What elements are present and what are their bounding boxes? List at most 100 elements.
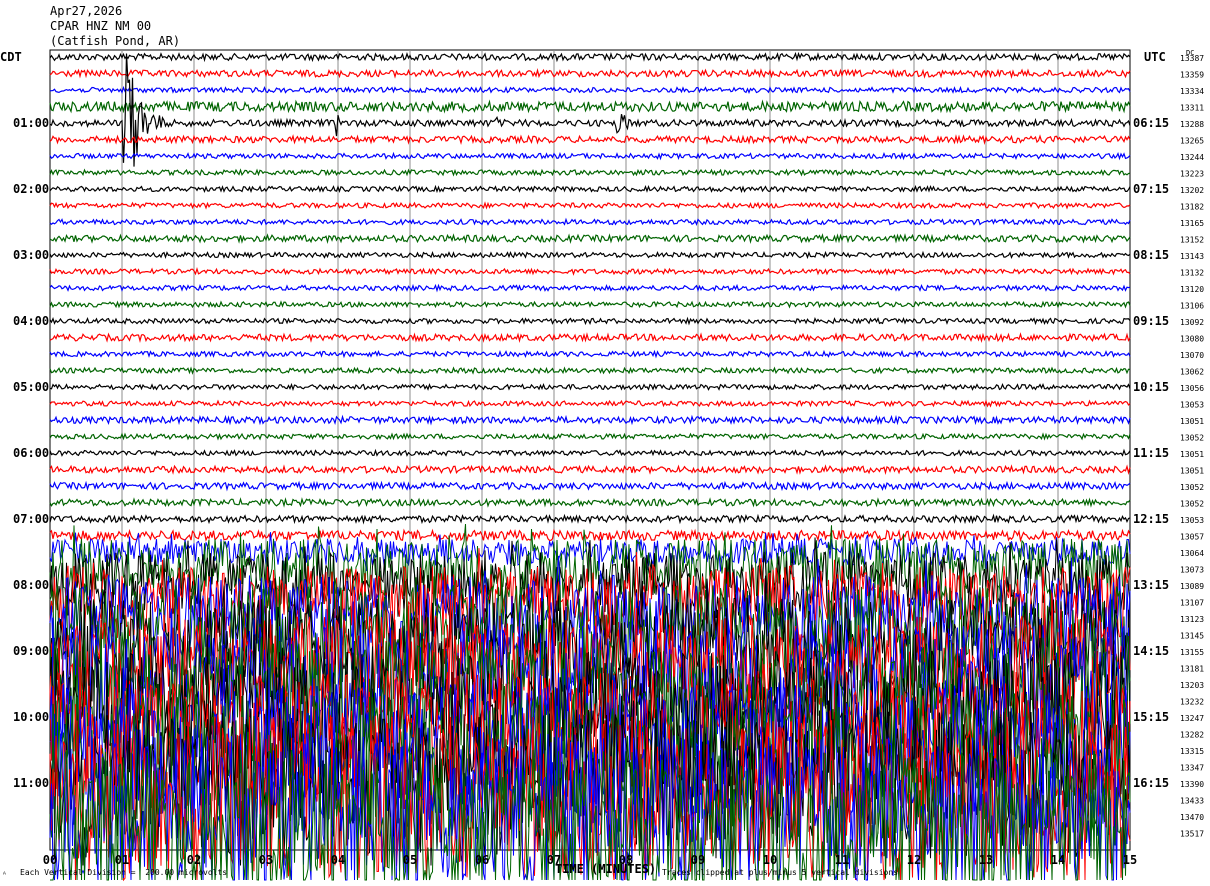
dc-offset-label: 13334 [1180,87,1204,96]
dc-offset-label: 13387 [1180,54,1204,63]
left-time-label: 10:00 [13,710,49,724]
trace-row [49,480,1131,492]
dc-offset-label: 13182 [1180,203,1204,212]
trace-row [49,168,1131,177]
trace-row [49,217,1131,227]
trace-row [49,399,1131,408]
dc-offset-label: 13092 [1180,318,1204,327]
trace-row [49,51,1131,63]
dc-offset-label: 13181 [1180,665,1204,674]
x-axis-title: TIME (MINUTES) [555,862,657,876]
dc-offset-label: 13089 [1180,582,1204,591]
right-time-label: 09:15 [1133,314,1169,328]
x-tick-label: 11 [835,853,849,867]
corner-mark: ᴬ [2,870,7,879]
dc-offset-label: 13143 [1180,252,1204,261]
trace-row [49,528,1131,543]
right-time-label: 11:15 [1133,446,1169,460]
trace-row [49,497,1131,508]
dc-offset-label: 13202 [1180,186,1204,195]
dc-offset-label: 13051 [1180,467,1204,476]
dc-offset-label: 13123 [1180,615,1204,624]
dc-offset-label: 13052 [1180,500,1204,509]
trace-row [49,316,1131,326]
dc-offset-label: 13052 [1180,483,1204,492]
dc-offset-label: 13053 [1180,516,1204,525]
trace-row [49,233,1131,245]
dc-offset-label: 13073 [1180,566,1204,575]
trace-row [49,414,1131,426]
dc-offset-label: 13288 [1180,120,1204,129]
left-time-label: 08:00 [13,578,49,592]
left-time-label: 07:00 [13,512,49,526]
dc-offset-label: 13244 [1180,153,1204,162]
clip-note: Traces clipped at plus/minus 5 vertical … [662,868,899,877]
trace-row [49,184,1131,194]
right-time-label: 08:15 [1133,248,1169,262]
trace-row [49,250,1131,260]
x-tick-label: 15 [1123,853,1137,867]
dc-offset-label: 13347 [1180,764,1204,773]
dc-offset-label: 13051 [1180,417,1204,426]
helicorder-plot: 13387 13359 13334 13311 13288 13265 13244 13223… [13,49,1204,882]
dc-offset-label: 13120 [1180,285,1204,294]
trace-row [49,448,1131,458]
dc-offset-label: 13051 [1180,450,1204,459]
trace-row [49,366,1131,375]
dc-offset-label: 13232 [1180,698,1204,707]
scale-note: Each Vertical Division = 200.00 microvol… [20,868,228,877]
left-time-label: 01:00 [13,116,49,130]
dc-offset-label: 13106 [1180,302,1204,311]
dc-offset-label: 13433 [1180,797,1204,806]
x-tick-label: 12 [907,853,921,867]
right-time-label: 06:15 [1133,116,1169,130]
trace-row [49,464,1131,476]
right-time-label: 10:15 [1133,380,1169,394]
left-time-label: 03:00 [13,248,49,262]
dc-offset-label: 13053 [1180,401,1204,410]
trace-row [49,513,1131,525]
trace-row [49,85,1131,94]
x-tick-label: 10 [763,853,777,867]
dc-offset-label: 13070 [1180,351,1204,360]
left-time-label: 09:00 [13,644,49,658]
trace-row [49,134,1131,146]
x-tick-label: 00 [43,853,57,867]
right-time-label: 15:15 [1133,710,1169,724]
x-tick-label: 05 [403,853,417,867]
trace-row [49,68,1131,80]
left-time-label: 04:00 [13,314,49,328]
dc-offset-label: 13390 [1180,780,1204,789]
right-time-label: 07:15 [1133,182,1169,196]
dc-offset-label: 13145 [1180,632,1204,641]
dc-offset-label: 13282 [1180,731,1204,740]
dc-offset-label: 13517 [1180,830,1204,839]
left-time-label: 11:00 [13,776,49,790]
trace-row [49,151,1131,161]
dc-offset-label: 13064 [1180,549,1204,558]
dc-offset-label: 13223 [1180,170,1204,179]
trace-row [49,349,1131,359]
x-tick-label: 02 [187,853,201,867]
x-tick-label: 09 [691,853,705,867]
dc-offset-label: 13057 [1180,533,1204,542]
x-tick-label: 06 [475,853,489,867]
dc-offset-label: 13062 [1180,368,1204,377]
x-tick-label: 13 [979,853,993,867]
dc-offset-label: 13247 [1180,714,1204,723]
trace-row [49,382,1131,392]
dc-offset-label: 13311 [1180,104,1204,113]
right-time-label: 13:15 [1133,578,1169,592]
dc-offset-label: 13165 [1180,219,1204,228]
trace-row [49,300,1131,309]
right-time-label: 16:15 [1133,776,1169,790]
trace-row [49,432,1131,441]
right-time-label: 14:15 [1133,644,1169,658]
dc-offset-label: 13203 [1180,681,1204,690]
trace-row [49,99,1131,114]
x-tick-label: 04 [331,853,345,867]
left-time-label: 05:00 [13,380,49,394]
dc-offset-label: 13265 [1180,137,1204,146]
x-tick-label: 14 [1051,853,1065,867]
dc-offset-label: 13152 [1180,236,1204,245]
